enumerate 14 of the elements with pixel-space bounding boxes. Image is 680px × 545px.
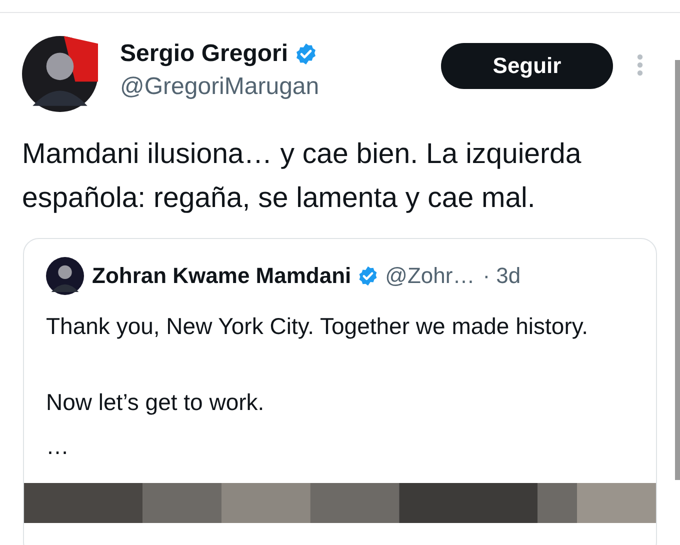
post-text: Mamdani ilusiona… y cae bien. La izquierda española: regaña, se lamenta y cae mal. [22, 137, 582, 216]
author-handle[interactable]: @Zohr… [385, 263, 475, 289]
author-name[interactable]: Sergio Gregori [120, 40, 288, 68]
post-time: · 3d [482, 263, 521, 289]
quoted-text: Thank you, New York City. Together we made history. [46, 312, 590, 341]
quoted-text: … [46, 432, 70, 461]
author-name[interactable]: Zohran Kwame Mamdani [92, 263, 352, 289]
quoted-post-card[interactable]: Zohran Kwame Mamdani @Zohr… · 3d Thank you, New York City. Together we made history. Now let’s get to work. … [23, 238, 657, 545]
avatar[interactable] [46, 257, 84, 295]
quoted-text: Now let’s get to work. [46, 388, 266, 417]
scrollbar[interactable] [675, 60, 680, 480]
author-handle[interactable]: @GregoriMarugan [120, 73, 320, 101]
follow-button[interactable]: Seguir [441, 43, 613, 89]
avatar[interactable] [22, 36, 98, 112]
